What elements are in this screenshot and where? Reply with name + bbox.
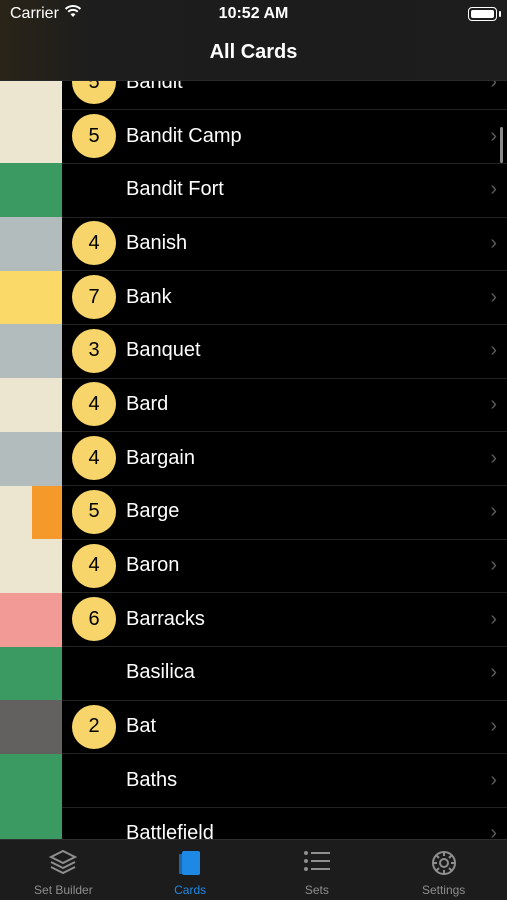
card-cell[interactable]: 6 Barracks ›	[62, 592, 507, 648]
list-icon	[302, 848, 332, 879]
card-type-swatch	[0, 270, 62, 325]
cost-badge: 3	[72, 328, 116, 373]
card-cell[interactable]: 7 Bank ›	[62, 270, 507, 325]
card-name: Bard	[126, 392, 169, 415]
card-type-accent	[32, 485, 62, 540]
cost-badge: 4	[72, 543, 116, 588]
tab-label: Sets	[304, 883, 329, 897]
card-cell[interactable]: Basilica ›	[62, 646, 507, 701]
cost-badge: 2	[72, 704, 116, 749]
cost-badge: 4	[72, 436, 116, 481]
card-row[interactable]: 5 Barge ›	[0, 485, 507, 540]
cost-badge: 5	[72, 489, 116, 534]
card-name: Banish	[126, 231, 188, 254]
card-name: Bank	[126, 285, 172, 308]
card-row[interactable]: 2 Bat ›	[0, 700, 507, 755]
page-title: All Cards	[209, 41, 298, 63]
tab-set-builder[interactable]: Set Builder	[0, 840, 127, 900]
card-row[interactable]: 4 Baron ›	[0, 539, 507, 594]
chevron-right-icon: ›	[490, 339, 497, 362]
chevron-right-icon: ›	[490, 500, 497, 523]
card-type-swatch	[0, 592, 62, 647]
card-row[interactable]: Baths ›	[0, 753, 507, 809]
stack-icon	[48, 848, 78, 881]
card-cell[interactable]: 4 Bard ›	[62, 378, 507, 433]
card-row[interactable]: 4 Banish ›	[0, 217, 507, 272]
card-cell[interactable]: 5 Bandit Camp ›	[62, 109, 507, 164]
card-type-swatch	[0, 217, 62, 271]
card-name: Basilica	[126, 661, 195, 684]
card-type-swatch	[0, 485, 62, 540]
card-cell[interactable]: Baths ›	[62, 753, 507, 809]
cost-badge: 4	[72, 382, 116, 427]
cost-badge: 4	[72, 221, 116, 266]
card-name: Bat	[126, 715, 157, 738]
chevron-right-icon: ›	[490, 446, 497, 469]
card-type-swatch	[0, 431, 62, 486]
card-type-swatch	[0, 163, 62, 218]
gear-icon	[429, 848, 459, 883]
card-type-swatch	[0, 700, 62, 754]
card-name: Baron	[126, 554, 180, 577]
card-name: Bandit Fort	[126, 178, 224, 201]
tab-bar: Set Builder Cards Sets Settings	[0, 839, 507, 900]
chevron-right-icon: ›	[490, 124, 497, 147]
card-row[interactable]: Bandit Fort ›	[0, 163, 507, 218]
card-name: Barracks	[126, 607, 205, 630]
card-cell[interactable]: Bandit Fort ›	[62, 163, 507, 218]
card-row[interactable]: 6 Barracks ›	[0, 592, 507, 648]
card-type-swatch	[0, 324, 62, 379]
card-type-swatch	[0, 753, 62, 808]
chevron-right-icon: ›	[490, 285, 497, 308]
card-row[interactable]: 7 Bank ›	[0, 270, 507, 325]
tab-label: Set Builder	[34, 883, 93, 897]
card-row[interactable]: 4 Bargain ›	[0, 431, 507, 486]
chevron-right-icon: ›	[490, 661, 497, 684]
card-row[interactable]: 5 Bandit Camp ›	[0, 109, 507, 164]
battery-icon	[468, 7, 501, 21]
card-cell[interactable]: 4 Bargain ›	[62, 431, 507, 486]
chevron-right-icon: ›	[490, 715, 497, 738]
card-cell[interactable]: 3 Banquet ›	[62, 324, 507, 379]
chevron-right-icon: ›	[490, 768, 497, 791]
scroll-indicator[interactable]	[500, 127, 503, 163]
tab-label: Cards	[174, 883, 207, 897]
chevron-right-icon: ›	[490, 231, 497, 254]
card-row[interactable]: 4 Bard ›	[0, 378, 507, 433]
card-list: 5 Bandit › 5 Bandit Camp › Bandit Fort › 4 Banish…	[0, 56, 507, 862]
card-name: Banquet	[126, 339, 201, 362]
card-cell[interactable]: 5 Barge ›	[62, 485, 507, 540]
chevron-right-icon: ›	[490, 607, 497, 630]
tab-label: Settings	[421, 883, 466, 897]
cost-badge: 7	[72, 275, 116, 320]
card-type-swatch	[0, 378, 62, 432]
chevron-right-icon: ›	[490, 178, 497, 201]
chevron-right-icon: ›	[490, 554, 497, 577]
card-name: Bandit Camp	[126, 124, 242, 147]
chevron-right-icon: ›	[490, 392, 497, 415]
cost-badge: 6	[72, 597, 116, 642]
card-name: Barge	[126, 500, 180, 523]
card-type-swatch	[0, 539, 62, 593]
card-row[interactable]: Basilica ›	[0, 646, 507, 701]
card-name: Baths	[126, 768, 178, 791]
status-bar: Carrier 10:52 AM	[0, 0, 507, 28]
tab-cards[interactable]: Cards	[127, 840, 254, 900]
card-row[interactable]: 3 Banquet ›	[0, 324, 507, 379]
card-name: Bargain	[126, 446, 195, 469]
clock: 10:52 AM	[218, 5, 289, 22]
card-cell[interactable]: 2 Bat ›	[62, 700, 507, 755]
card-type-swatch	[0, 109, 62, 164]
cost-badge: 5	[72, 114, 116, 159]
card-cell[interactable]: 4 Banish ›	[62, 217, 507, 272]
card-type-swatch	[0, 646, 62, 701]
card-icon	[175, 848, 205, 883]
tab-sets[interactable]: Sets	[254, 840, 381, 900]
tab-settings[interactable]: Settings	[380, 840, 507, 900]
card-cell[interactable]: 4 Baron ›	[62, 539, 507, 594]
